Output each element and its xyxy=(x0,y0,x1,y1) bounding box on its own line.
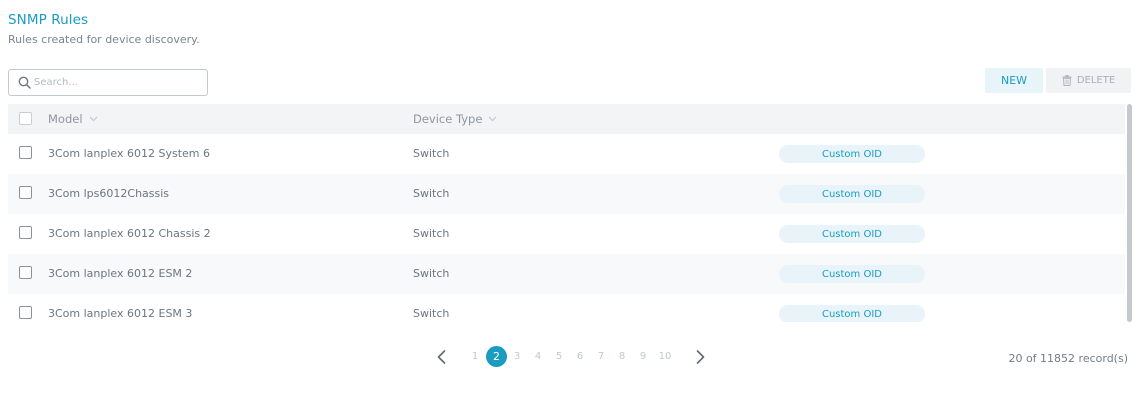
rules-table: Model Device Type 3Com lanplex 6012 Syst… xyxy=(8,104,1134,322)
model-cell: 3Com lanplex 6012 ESM 2 xyxy=(48,267,193,280)
chevron-down-icon xyxy=(89,116,97,122)
prev-page-button[interactable] xyxy=(433,348,449,366)
row-checkbox[interactable] xyxy=(19,146,32,159)
search-icon xyxy=(18,76,31,89)
custom-oid-badge: Custom OID xyxy=(779,185,925,203)
table-row[interactable]: 3Com lps6012Chassis Switch Custom OID xyxy=(8,174,1125,214)
new-button[interactable]: NEW xyxy=(985,68,1043,93)
page-link-5[interactable]: 5 xyxy=(553,351,565,362)
page-link-10[interactable]: 10 xyxy=(656,351,674,362)
page-link-7[interactable]: 7 xyxy=(595,351,607,362)
device-type-cell: Switch xyxy=(413,147,450,160)
model-cell: 3Com lps6012Chassis xyxy=(48,187,170,200)
device-type-cell: Switch xyxy=(413,267,450,280)
select-all-checkbox[interactable] xyxy=(19,112,32,125)
model-cell: 3Com lanplex 6012 Chassis 2 xyxy=(48,227,211,240)
table-row[interactable]: 3Com lanplex 6012 ESM 3 Switch Custom OI… xyxy=(8,294,1125,322)
chevron-right-icon xyxy=(696,350,704,364)
chevron-left-icon xyxy=(437,350,445,364)
model-cell: 3Com lanplex 6012 ESM 3 xyxy=(48,307,193,320)
search-input[interactable] xyxy=(34,73,204,92)
page-link-8[interactable]: 8 xyxy=(616,351,628,362)
page-title: SNMP Rules xyxy=(8,12,89,28)
table-row[interactable]: 3Com lanplex 6012 ESM 2 Switch Custom OI… xyxy=(8,254,1125,294)
device-type-cell: Switch xyxy=(413,227,450,240)
chevron-down-icon xyxy=(489,116,497,122)
page-link-2-current[interactable]: 2 xyxy=(486,346,507,367)
table-row[interactable]: 3Com lanplex 6012 System 6 Switch Custom… xyxy=(8,134,1125,174)
delete-button[interactable]: DELETE xyxy=(1046,68,1131,93)
page-link-4[interactable]: 4 xyxy=(532,351,544,362)
page-link-3[interactable]: 3 xyxy=(511,351,523,362)
page-link-1[interactable]: 1 xyxy=(469,351,481,362)
column-header-label: Device Type xyxy=(413,112,483,126)
table-header: Model Device Type xyxy=(8,104,1125,134)
search-box[interactable] xyxy=(8,69,208,96)
trash-icon xyxy=(1062,75,1072,86)
next-page-button[interactable] xyxy=(692,348,708,366)
model-cell: 3Com lanplex 6012 System 6 xyxy=(48,147,211,160)
page-link-6[interactable]: 6 xyxy=(574,351,586,362)
device-type-cell: Switch xyxy=(413,187,450,200)
table-row[interactable]: 3Com lanplex 6012 Chassis 2 Switch Custo… xyxy=(8,214,1125,254)
page-link-9[interactable]: 9 xyxy=(637,351,649,362)
row-checkbox[interactable] xyxy=(19,306,32,319)
custom-oid-badge: Custom OID xyxy=(779,305,925,322)
custom-oid-badge: Custom OID xyxy=(779,145,925,163)
delete-label: DELETE xyxy=(1076,75,1116,86)
custom-oid-badge: Custom OID xyxy=(779,265,925,283)
scrollbar-thumb[interactable] xyxy=(1127,104,1132,322)
row-checkbox[interactable] xyxy=(19,226,32,239)
record-count: 20 of 11852 record(s) xyxy=(1008,352,1128,365)
column-header-device-type[interactable]: Device Type xyxy=(413,112,497,126)
column-header-model[interactable]: Model xyxy=(48,112,98,126)
row-checkbox[interactable] xyxy=(19,186,32,199)
page-subtitle: Rules created for device discovery. xyxy=(8,33,200,46)
custom-oid-badge: Custom OID xyxy=(779,225,925,243)
table-scrollbar[interactable] xyxy=(1126,104,1133,322)
column-header-label: Model xyxy=(48,112,83,126)
device-type-cell: Switch xyxy=(413,307,450,320)
row-checkbox[interactable] xyxy=(19,266,32,279)
